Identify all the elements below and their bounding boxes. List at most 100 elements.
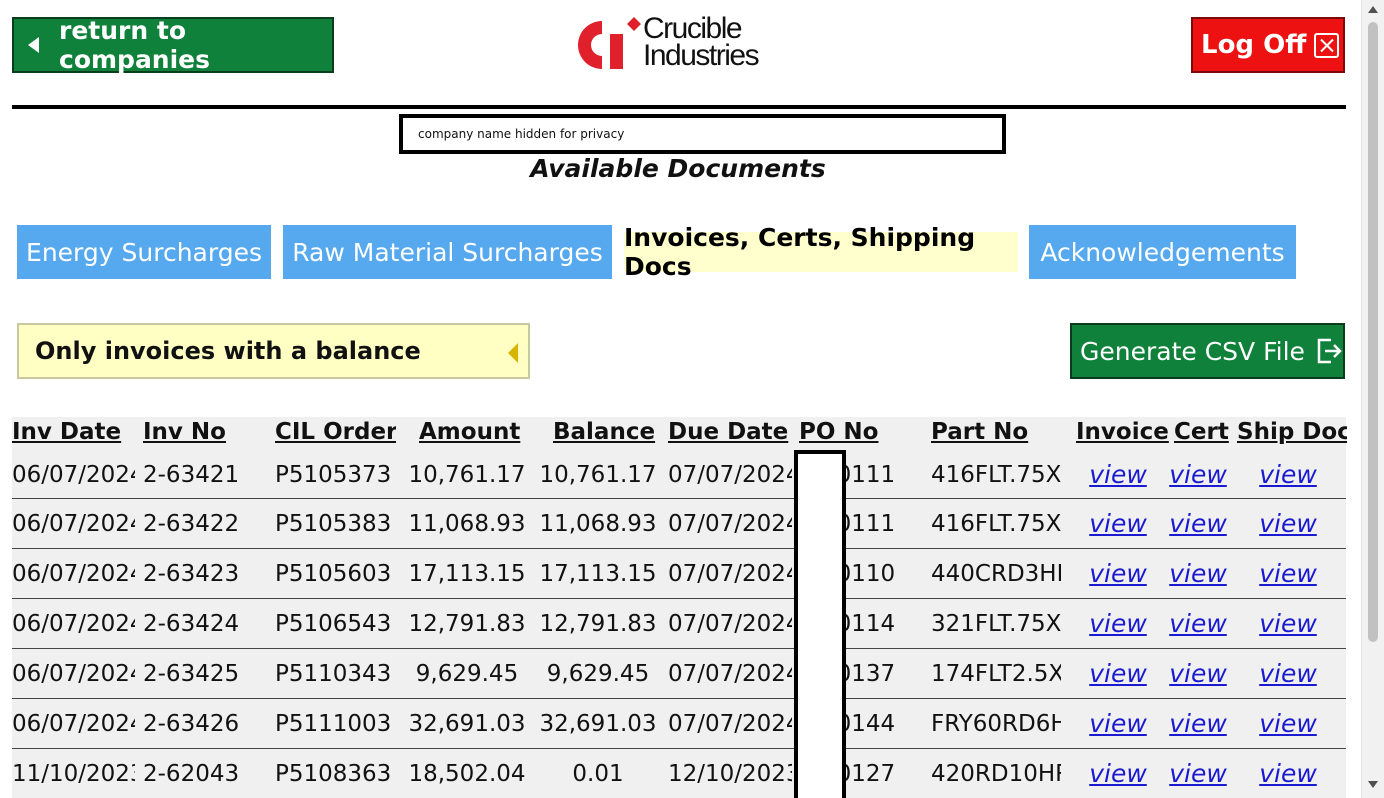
logo-line-2: Industries [643,39,760,72]
tab-acknowledgements[interactable]: Acknowledgements [1029,225,1296,279]
cell-inv-no: 2-63425 [143,660,240,687]
cert-view-link[interactable]: view [1164,699,1232,748]
cell-inv-no: 2-63423 [143,560,240,587]
cell-cil-order: P5108363 [275,760,392,787]
ship-doc-view-link[interactable]: view [1237,451,1339,498]
cell-amount: 10,761.17 [408,461,526,488]
cell-due-date: 12/10/2023 [668,760,792,787]
invoice-view-link[interactable]: view [1076,499,1160,548]
cell-cil-order: P5105603 [275,560,392,587]
cell-cil-order: P5110343 [275,660,392,687]
table-row: 06/07/2024 2-63422 P5105383 11,068.93 11,068… [12,499,1346,549]
cell-balance: 17,113.15 [539,560,657,587]
cell-amount: 12,791.83 [408,610,526,637]
col-cil-order[interactable]: CIL Order I [275,419,396,445]
cell-part-no: 420RD10HR [931,760,1061,787]
cell-balance: 10,761.17 [539,461,657,488]
cert-view-link[interactable]: view [1164,649,1232,698]
cell-inv-date: 11/10/2023 [12,760,135,787]
tab-energy-surcharges[interactable]: Energy Surcharges [17,225,271,279]
cell-balance: 11,068.93 [539,510,657,537]
cell-due-date: 07/07/2024 [668,510,792,537]
log-off-button[interactable]: Log Off [1191,17,1345,73]
cell-cil-order: P5105373 [275,461,392,488]
cell-due-date: 07/07/2024 [668,710,792,737]
cell-balance: 0.01 [572,760,624,787]
logo-wordmark: Crucible Industries [643,12,760,72]
col-inv-date[interactable]: Inv Date [12,419,137,445]
cell-inv-no: 2-62043 [143,760,240,787]
triangle-left-icon [28,37,39,53]
cell-due-date: 07/07/2024 [668,461,792,488]
scroll-up-icon[interactable] [1368,6,1378,13]
cell-inv-no: 2-63426 [143,710,240,737]
ship-doc-view-link[interactable]: view [1237,699,1339,748]
cert-view-link[interactable]: view [1164,549,1232,598]
cell-cil-order: P5106543 [275,610,392,637]
table-body: 06/07/2024 2-63421 P5105373 10,761.17 10,761… [12,451,1346,798]
table-row: 06/07/2024 2-63426 P5111003 32,691.03 32,691… [12,699,1346,749]
cell-inv-no: 2-63421 [143,461,240,488]
col-balance[interactable]: Balance [553,419,673,445]
cell-balance: 9,629.45 [546,660,650,687]
tab-invoices-certs-shipping-docs[interactable]: Invoices, Certs, Shipping Docs [624,223,1018,281]
col-ship-doc[interactable]: Ship Doc [1237,419,1347,445]
col-part-no[interactable]: Part No [931,419,1051,445]
col-po-no[interactable]: PO No [799,419,919,445]
invoice-view-link[interactable]: view [1076,451,1160,498]
cert-view-link[interactable]: view [1164,451,1232,498]
header-divider [12,105,1346,109]
cell-inv-date: 06/07/2024 [12,560,135,587]
generate-csv-button[interactable]: Generate CSV File [1070,323,1345,379]
tab-raw-material-surcharges[interactable]: Raw Material Surcharges [283,225,612,279]
col-due-date[interactable]: Due Date [668,419,793,445]
table-row: 06/07/2024 2-63425 P5110343 9,629.45 9,629.4… [12,649,1346,699]
ship-doc-view-link[interactable]: view [1237,649,1339,698]
invoice-view-link[interactable]: view [1076,699,1160,748]
filter-selected-value: Only invoices with a balance [35,337,421,365]
table-row: 06/07/2024 2-63423 P5105603 17,113.15 17,113… [12,549,1346,599]
col-invoice[interactable]: Invoice [1076,419,1171,445]
logo-line-1: Crucible [643,12,743,45]
ship-doc-view-link[interactable]: view [1237,549,1339,598]
cell-balance: 12,791.83 [539,610,657,637]
cell-part-no: 174FLT2.5X3 [931,660,1061,687]
invoice-view-link[interactable]: view [1076,749,1160,798]
vertical-scrollbar[interactable] [1361,0,1384,798]
cell-inv-date: 06/07/2024 [12,461,135,488]
invoice-view-link[interactable]: view [1076,649,1160,698]
crucible-industries-logo: Crucible Industries [572,12,786,75]
scrollbar-thumb[interactable] [1368,22,1378,642]
cell-due-date: 07/07/2024 [668,660,792,687]
cert-view-link[interactable]: view [1164,599,1232,648]
ship-doc-view-link[interactable]: view [1237,749,1339,798]
scroll-down-icon[interactable] [1368,781,1378,788]
page-title: Available Documents [530,154,826,183]
cell-part-no: 416FLT.75X2 [931,510,1061,537]
page: return to companies Crucible Industries … [0,0,1362,798]
table-row: 06/07/2024 2-63424 P5106543 12,791.83 12,791… [12,599,1346,649]
col-cert[interactable]: Cert [1174,419,1239,445]
col-inv-no[interactable]: Inv No [143,419,263,445]
cell-amount: 17,113.15 [408,560,526,587]
cell-amount: 32,691.03 [408,710,526,737]
ship-doc-view-link[interactable]: view [1237,499,1339,548]
table-row: 11/10/2023 2-62043 P5108363 18,502.04 0.01 12… [12,749,1346,798]
invoices-table: Inv Date Inv No CIL Order I Amount Balan… [12,417,1347,798]
cell-due-date: 07/07/2024 [668,610,792,637]
return-to-companies-button[interactable]: return to companies [12,16,334,74]
cell-inv-no: 2-63422 [143,510,240,537]
invoice-view-link[interactable]: view [1076,549,1160,598]
cell-amount: 18,502.04 [408,760,526,787]
ship-doc-view-link[interactable]: view [1237,599,1339,648]
col-amount[interactable]: Amount [419,419,539,445]
cert-view-link[interactable]: view [1164,749,1232,798]
export-icon [1317,338,1342,364]
invoice-view-link[interactable]: view [1076,599,1160,648]
cell-balance: 32,691.03 [539,710,657,737]
cell-part-no: 416FLT.75X1 [931,461,1061,488]
table-row: 06/07/2024 2-63421 P5105373 10,761.17 10,761… [12,451,1346,499]
balance-filter-select[interactable]: Only invoices with a balance [17,323,530,379]
cell-part-no: 440CRD3HR [931,560,1061,587]
cert-view-link[interactable]: view [1164,499,1232,548]
